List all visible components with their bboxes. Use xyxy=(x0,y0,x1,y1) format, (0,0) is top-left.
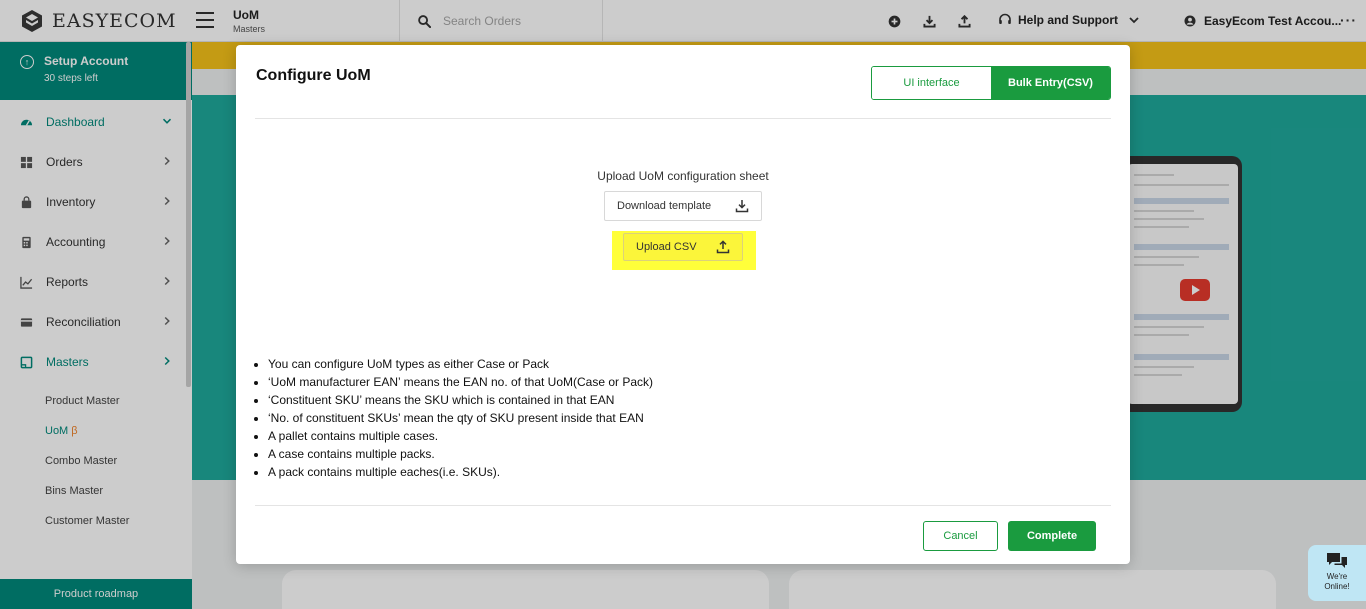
complete-button[interactable]: Complete xyxy=(1008,521,1096,551)
chat-label: We're Online! xyxy=(1324,572,1350,591)
list-item: A pallet contains multiple cases. xyxy=(268,427,653,445)
list-item: ‘No. of constituent SKUs’ mean the qty o… xyxy=(268,409,653,427)
list-item: A case contains multiple packs. xyxy=(268,445,653,463)
instructions-list: You can configure UoM types as either Ca… xyxy=(268,355,653,481)
modal-title: Configure UoM xyxy=(256,67,371,84)
cancel-button[interactable]: Cancel xyxy=(923,521,998,551)
upload-section-title: Upload UoM configuration sheet xyxy=(597,169,769,183)
entry-mode-toggle: UI interface Bulk Entry(CSV) xyxy=(871,66,1111,100)
upload-csv-label: Upload CSV xyxy=(636,241,697,253)
list-item: A pack contains multiple eaches(i.e. SKU… xyxy=(268,463,653,481)
list-item: You can configure UoM types as either Ca… xyxy=(268,355,653,373)
bulk-entry-csv-tab[interactable]: Bulk Entry(CSV) xyxy=(991,67,1110,99)
list-item: ‘UoM manufacturer EAN’ means the EAN no.… xyxy=(268,373,653,391)
configure-uom-modal: Configure UoM UI interface Bulk Entry(CS… xyxy=(236,45,1130,564)
download-template-button[interactable]: Download template xyxy=(604,191,762,221)
divider xyxy=(255,118,1111,119)
chat-icon xyxy=(1327,553,1347,568)
upload-csv-button[interactable]: Upload CSV xyxy=(623,233,743,261)
download-icon xyxy=(735,200,749,213)
list-item: ‘Constituent SKU’ means the SKU which is… xyxy=(268,391,653,409)
download-template-label: Download template xyxy=(617,200,712,212)
divider xyxy=(255,505,1111,506)
upload-icon xyxy=(716,240,730,254)
ui-interface-tab[interactable]: UI interface xyxy=(872,67,991,99)
live-chat-widget[interactable]: We're Online! xyxy=(1308,545,1366,601)
